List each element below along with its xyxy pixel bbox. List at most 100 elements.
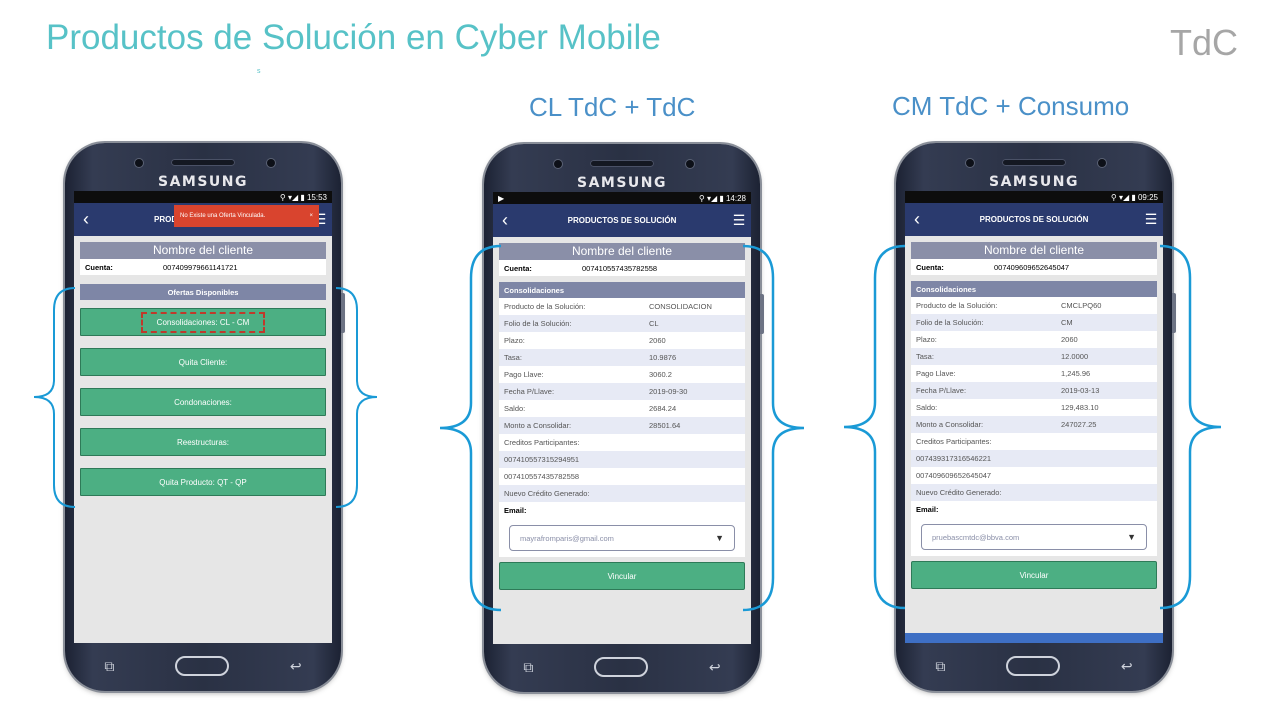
chevron-down-icon: ▼	[715, 533, 724, 543]
menu-icon[interactable]: ☰	[1139, 211, 1163, 228]
back-icon[interactable]: ↩	[709, 659, 721, 676]
detail-key: Folio de la Solución:	[504, 319, 572, 328]
offer-reestructuras-button[interactable]: Reestructuras:	[80, 428, 326, 456]
offer-condonaciones-button[interactable]: Condonaciones:	[80, 388, 326, 416]
brand-logo: SAMSUNG	[576, 175, 667, 191]
email-label: Email:	[911, 501, 1157, 518]
account-label: Cuenta:	[85, 262, 113, 272]
detail-key: Producto de la Solución:	[916, 301, 998, 310]
app-title: PRODUCTOS DE SOLUCIÓN	[979, 215, 1089, 224]
speaker	[590, 160, 654, 167]
sensor-icon	[686, 160, 694, 168]
detail-value: CONSOLIDACION	[649, 302, 712, 311]
email-select[interactable]: mayrafromparis@gmail.com ▼	[509, 525, 735, 551]
detail-value: 2060	[649, 336, 666, 345]
account-row: Cuenta: 007410557435782558	[499, 260, 745, 276]
detail-key: 007410557315294951	[504, 455, 580, 464]
detail-key: 007410557435782558	[504, 472, 580, 481]
account-label: Cuenta:	[504, 263, 532, 273]
client-name: Nombre del cliente	[911, 242, 1157, 259]
app-bar: ‹ PROD ☰ No Existe una Oferta Vinculada.…	[74, 203, 332, 236]
speaker	[171, 159, 235, 166]
camera-icon	[554, 160, 562, 168]
detail-row: Monto a Consolidar: 28501.64	[499, 417, 745, 434]
detail-row: Pago Llave: 1,245.96	[911, 365, 1157, 382]
bottom-strip	[905, 633, 1163, 643]
email-box: pruebascmtdc@bbva.com ▼	[911, 518, 1157, 556]
section-header: Consolidaciones	[499, 282, 745, 298]
detail-key: Fecha P/Llave:	[504, 387, 555, 396]
vincular-button[interactable]: Vincular	[499, 562, 745, 590]
detail-value: 2019-03-13	[1061, 386, 1100, 395]
recent-apps-icon[interactable]: ⧉	[935, 658, 945, 675]
account-number: 007409609652645047	[994, 262, 1070, 272]
detail-key: Creditos Participantes:	[916, 437, 992, 446]
detail-value: 28501.64	[649, 421, 681, 430]
status-time: 09:25	[1137, 192, 1158, 202]
back-icon[interactable]: ↩	[1121, 658, 1133, 675]
menu-icon[interactable]: ☰	[727, 212, 751, 229]
back-arrow-icon[interactable]: ‹	[493, 210, 517, 231]
vincular-button[interactable]: Vincular	[911, 561, 1157, 589]
detail-key: Monto a Consolidar:	[916, 420, 984, 429]
right-brace-2	[742, 244, 805, 612]
email-value: pruebascmtdc@bbva.com	[932, 532, 1020, 542]
signal-icon: ⚲ ▾◢ ▮	[698, 193, 724, 203]
back-arrow-icon[interactable]: ‹	[905, 209, 929, 230]
detail-row: Nuevo Crédito Generado:	[911, 484, 1157, 501]
recent-apps-icon[interactable]: ⧉	[104, 658, 114, 675]
detail-list: Producto de la Solución: CONSOLIDACION Fo…	[499, 298, 745, 502]
detail-row: Folio de la Solución: CM	[911, 314, 1157, 331]
detail-key: Pago Llave:	[504, 370, 544, 379]
detail-row: Producto de la Solución: CONSOLIDACION	[499, 298, 745, 315]
detail-value: 247027.25	[1061, 420, 1097, 429]
status-time: 15:53	[306, 192, 327, 202]
home-button[interactable]	[1006, 656, 1061, 676]
detail-value: CM	[1061, 318, 1073, 327]
detail-value: CMCLPQ60	[1061, 301, 1102, 310]
client-name: Nombre del cliente	[499, 243, 745, 260]
phone-3: SAMSUNG ⚲ ▾◢ ▮ 09:25 ‹ PRODUCTOS DE SOLU…	[896, 143, 1176, 691]
account-label: Cuenta:	[916, 262, 944, 272]
camera-icon	[135, 159, 143, 167]
detail-row: Producto de la Solución: CMCLPQ60	[911, 297, 1157, 314]
app-bar: ‹ PRODUCTOS DE SOLUCIÓN ☰	[493, 204, 751, 237]
sensor-icon	[1098, 159, 1106, 167]
detail-row: Monto a Consolidar: 247027.25	[911, 416, 1157, 433]
detail-row: Tasa: 10.9876	[499, 349, 745, 366]
recent-apps-icon[interactable]: ⧉	[523, 659, 533, 676]
back-arrow-icon[interactable]: ‹	[74, 209, 98, 230]
phone-1-screen: ⚲ ▾◢ ▮ 15:53 ‹ PROD ☰ No Existe una Ofer…	[74, 191, 332, 643]
home-button[interactable]	[594, 657, 649, 677]
close-icon[interactable]: ×	[309, 213, 313, 219]
slide-tag: TdC	[1169, 22, 1238, 63]
app-title: PRODUCTOS DE SOLUCIÓN	[567, 216, 677, 225]
offer-quita-producto-button[interactable]: Quita Producto: QT - QP	[80, 468, 326, 496]
detail-row: Saldo: 129,483.10	[911, 399, 1157, 416]
status-bar: ⚲ ▾◢ ▮ 15:53	[74, 191, 332, 203]
back-icon[interactable]: ↩	[290, 658, 302, 675]
offer-label: Consolidaciones: CL - CM	[140, 311, 266, 333]
detail-row: Fecha P/Llave: 2019-03-13	[911, 382, 1157, 399]
left-brace-3	[843, 244, 906, 610]
detail-key: Plazo:	[504, 336, 525, 345]
detail-key: Monto a Consolidar:	[504, 421, 572, 430]
error-toast: No Existe una Oferta Vinculada. ×	[174, 205, 319, 227]
brand-logo: SAMSUNG	[157, 174, 248, 190]
offers-header: Ofertas Disponibles	[80, 284, 326, 300]
email-label: Email:	[499, 502, 745, 519]
detail-row: Folio de la Solución: CL	[499, 315, 745, 332]
account-number: 007409979661141721	[163, 262, 238, 272]
offer-quita-cliente-button[interactable]: Quita Cliente:	[80, 348, 326, 376]
detail-key: Folio de la Solución:	[916, 318, 984, 327]
right-brace-3	[1159, 244, 1222, 610]
detail-key: Nuevo Crédito Generado:	[916, 488, 1002, 497]
detail-list: Producto de la Solución: CMCLPQ60 Folio d…	[911, 297, 1157, 501]
offer-consolidaciones-button[interactable]: Consolidaciones: CL - CM	[80, 308, 326, 336]
account-row: Cuenta: 007409979661141721	[80, 259, 326, 275]
email-select[interactable]: pruebascmtdc@bbva.com ▼	[921, 524, 1147, 550]
tiny-mark: s	[257, 68, 261, 75]
phone-1: SAMSUNG ⚲ ▾◢ ▮ 15:53 ‹ PROD ☰ No Existe …	[65, 143, 345, 691]
status-bar: ▶ ⚲ ▾◢ ▮ 14:28	[493, 192, 751, 204]
home-button[interactable]	[175, 656, 230, 676]
